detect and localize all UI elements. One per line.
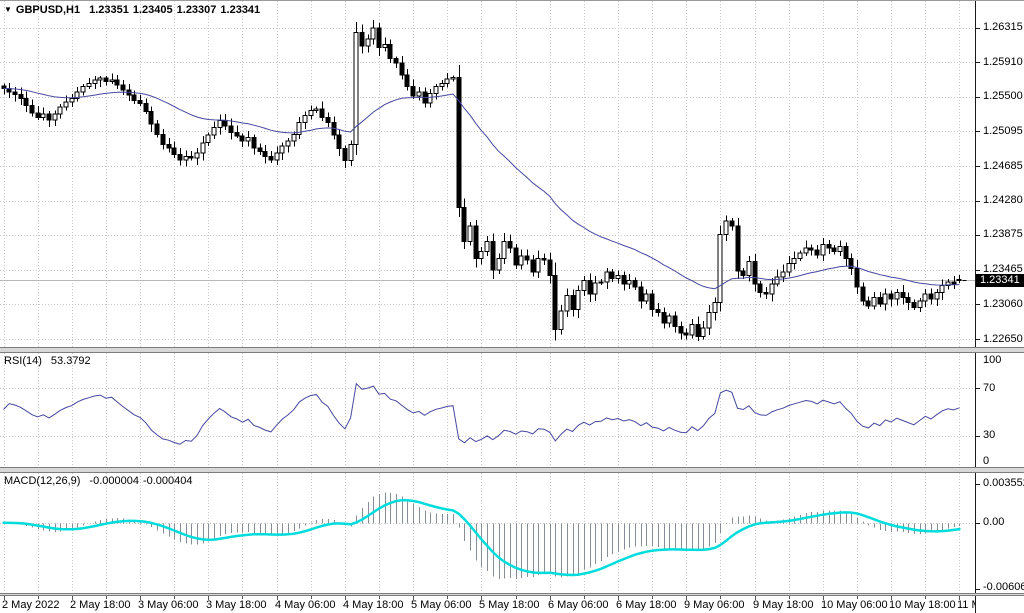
open-value: 1.23351: [89, 4, 129, 16]
macd-canvas[interactable]: [0, 473, 975, 593]
axis-tick: [976, 201, 980, 202]
axis-label: 1.24280: [983, 195, 1023, 206]
time-label: 2 May 2022: [2, 600, 59, 611]
rsi-canvas[interactable]: [0, 353, 975, 467]
time-label: 5 May 06:00: [411, 600, 472, 611]
macd-panel[interactable]: MACD(12,26,9) -0.000004 -0.000404: [0, 473, 975, 593]
time-label: 3 May 18:00: [206, 600, 267, 611]
axis-label: 0.003552: [983, 478, 1024, 489]
axis-label: 70: [983, 383, 995, 394]
panel-divider[interactable]: [0, 467, 1024, 473]
axis-label: 1.25500: [983, 91, 1023, 102]
time-label: 6 May 18:00: [616, 600, 677, 611]
time-label: 5 May 18:00: [479, 600, 540, 611]
axis-label: 1.24685: [983, 161, 1023, 172]
axis-tick: [976, 235, 980, 236]
panel-divider[interactable]: [0, 347, 1024, 353]
time-label: 10 May 06:00: [821, 600, 888, 611]
macd-signal-value: -0.000404: [143, 475, 193, 487]
axis-label: 1.22650: [983, 334, 1023, 345]
rsi-value: 53.3792: [51, 355, 91, 367]
high-value: 1.23405: [133, 4, 173, 16]
price-axis[interactable]: 1.23341 1.26315 1.25910 1.25500 1.25095 1.24…: [975, 1, 1024, 613]
axis-tick: [976, 131, 980, 132]
main-chart-panel[interactable]: ▼ GBPUSD,H1 1.23351 1.23405 1.233071.23341: [0, 1, 975, 347]
axis-tick: [976, 523, 980, 524]
axis-tick: [976, 484, 980, 485]
rsi-label: RSI(14): [4, 355, 42, 367]
macd-main-value: -0.000004: [89, 475, 139, 487]
axis-tick: [976, 589, 980, 590]
axis-label: 1.23875: [983, 229, 1023, 240]
axis-tick: [976, 62, 980, 63]
time-label: 9 May 18:00: [753, 600, 814, 611]
axis-label: -0.006061: [983, 582, 1024, 593]
axis-label: 100: [983, 355, 1001, 366]
time-label: 4 May 18:00: [343, 600, 404, 611]
rsi-panel[interactable]: RSI(14) 53.3792: [0, 353, 975, 467]
axis-label: 0: [983, 456, 989, 467]
trading-chart-window: ▼GBPUSD,H11.233511.234051.233071.23341 R…: [0, 0, 1024, 613]
symbol-dropdown-icon[interactable]: ▼: [4, 3, 12, 16]
axis-label: 1.25095: [983, 126, 1023, 137]
time-label: 9 May 06:00: [684, 600, 745, 611]
close-value: 1.23341: [220, 4, 260, 16]
axis-label: 1.25910: [983, 57, 1023, 68]
low-value: 1.23307: [177, 4, 217, 16]
axis-tick: [976, 28, 980, 29]
time-label: 6 May 06:00: [548, 600, 609, 611]
time-label: 2 May 18:00: [70, 600, 131, 611]
time-axis[interactable]: 2 May 2022 2 May 18:00 3 May 06:00 3 May 18…: [0, 596, 975, 613]
axis-tick: [976, 304, 980, 305]
axis-tick: [976, 97, 980, 98]
axis-label: 0.00: [983, 517, 1004, 528]
axis-tick: [976, 436, 980, 437]
rsi-header: RSI(14) 53.3792: [4, 355, 95, 368]
chart-header: ▼ GBPUSD,H1 1.23351 1.23405 1.233071.23341: [4, 3, 264, 17]
symbol-period-label: GBPUSD,H1: [16, 4, 80, 16]
axis-label: 1.26315: [983, 22, 1023, 33]
time-axis-divider: [0, 593, 1024, 596]
time-label: 3 May 06:00: [138, 600, 199, 611]
current-price-badge: 1.23341: [976, 274, 1024, 287]
axis-label: 30: [983, 430, 995, 441]
axis-tick: [976, 166, 980, 167]
axis-label: 1.23060: [983, 299, 1023, 310]
axis-tick: [976, 388, 980, 389]
macd-header: MACD(12,26,9) -0.000004 -0.000404: [4, 475, 197, 488]
macd-label: MACD(12,26,9): [4, 475, 80, 487]
time-label: 4 May 06:00: [275, 600, 336, 611]
time-label: 10 May 18:00: [889, 600, 956, 611]
axis-tick: [976, 339, 980, 340]
axis-tick: [976, 270, 980, 271]
candlestick-canvas[interactable]: [0, 1, 975, 347]
